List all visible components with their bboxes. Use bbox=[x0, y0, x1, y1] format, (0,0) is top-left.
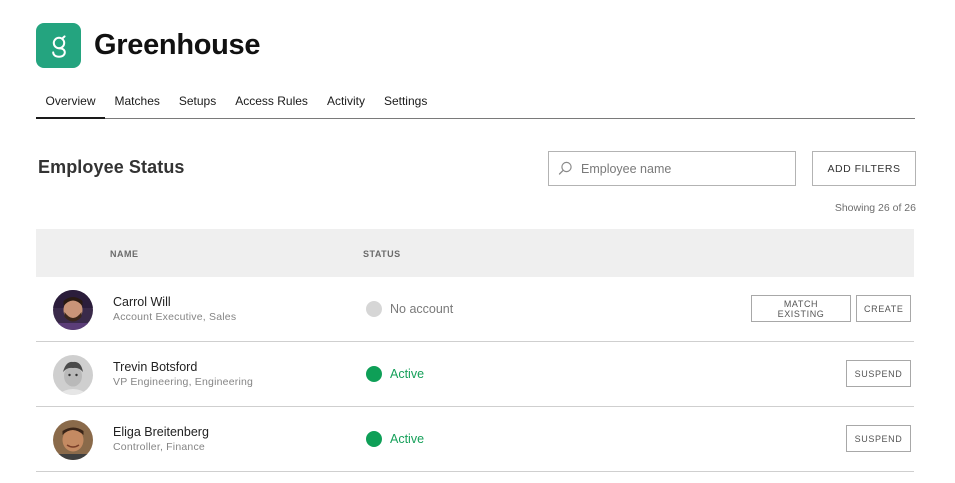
match-existing-button[interactable]: MATCH EXISTING bbox=[751, 295, 851, 322]
table-row[interactable]: Eliga Breitenberg Controller, Finance Ac… bbox=[36, 407, 914, 472]
greenhouse-logo[interactable] bbox=[36, 22, 81, 68]
employee-name[interactable]: Carrol Will bbox=[113, 295, 171, 309]
status-badge: Active bbox=[366, 366, 424, 382]
table-row[interactable]: Trevin Botsford VP Engineering, Engineer… bbox=[36, 342, 914, 407]
employee-name[interactable]: Trevin Botsford bbox=[113, 360, 197, 374]
add-filters-button[interactable]: ADD FILTERS bbox=[812, 151, 916, 186]
status-text: No account bbox=[390, 302, 454, 316]
create-button[interactable]: CREATE bbox=[856, 295, 911, 322]
status-dot-icon bbox=[366, 431, 382, 447]
avatar bbox=[53, 420, 93, 460]
search-icon bbox=[558, 161, 572, 175]
employee-search-input[interactable] bbox=[581, 161, 781, 176]
column-header-name[interactable]: NAME bbox=[110, 249, 139, 259]
tab-activity[interactable]: Activity bbox=[317, 88, 374, 118]
results-count: Showing 26 of 26 bbox=[834, 202, 916, 214]
employee-role: Controller, Finance bbox=[113, 441, 205, 453]
employee-name[interactable]: Eliga Breitenberg bbox=[113, 425, 209, 439]
page-title: Employee Status bbox=[38, 157, 185, 177]
status-dot-icon bbox=[366, 366, 382, 382]
status-text: Active bbox=[390, 367, 425, 381]
tab-matches[interactable]: Matches bbox=[105, 88, 169, 118]
app-header: Greenhouse bbox=[36, 22, 261, 68]
logo-g-icon bbox=[51, 35, 66, 58]
search-box[interactable] bbox=[548, 151, 796, 186]
suspend-button[interactable]: SUSPEND bbox=[846, 360, 911, 387]
employee-role: Account Executive, Sales bbox=[113, 311, 237, 323]
avatar bbox=[53, 290, 93, 330]
column-header-status[interactable]: STATUS bbox=[363, 249, 401, 259]
status-text: Active bbox=[390, 432, 425, 446]
table-header: NAME STATUS bbox=[36, 229, 914, 277]
tab-setups[interactable]: Setups bbox=[169, 88, 225, 118]
status-dot-icon bbox=[366, 301, 382, 317]
tab-bar: Overview Matches Setups Access Rules Act… bbox=[36, 88, 915, 119]
tab-access-rules[interactable]: Access Rules bbox=[226, 88, 318, 118]
employee-role: VP Engineering, Engineering bbox=[113, 376, 254, 388]
tab-overview[interactable]: Overview bbox=[36, 88, 106, 119]
status-badge: No account bbox=[366, 301, 453, 317]
avatar bbox=[53, 355, 93, 395]
suspend-button[interactable]: SUSPEND bbox=[846, 425, 911, 452]
status-badge: Active bbox=[366, 431, 424, 447]
tab-settings[interactable]: Settings bbox=[374, 88, 436, 118]
app-title: Greenhouse bbox=[94, 28, 261, 61]
table-row[interactable]: Carrol Will Account Executive, Sales No … bbox=[36, 277, 914, 342]
